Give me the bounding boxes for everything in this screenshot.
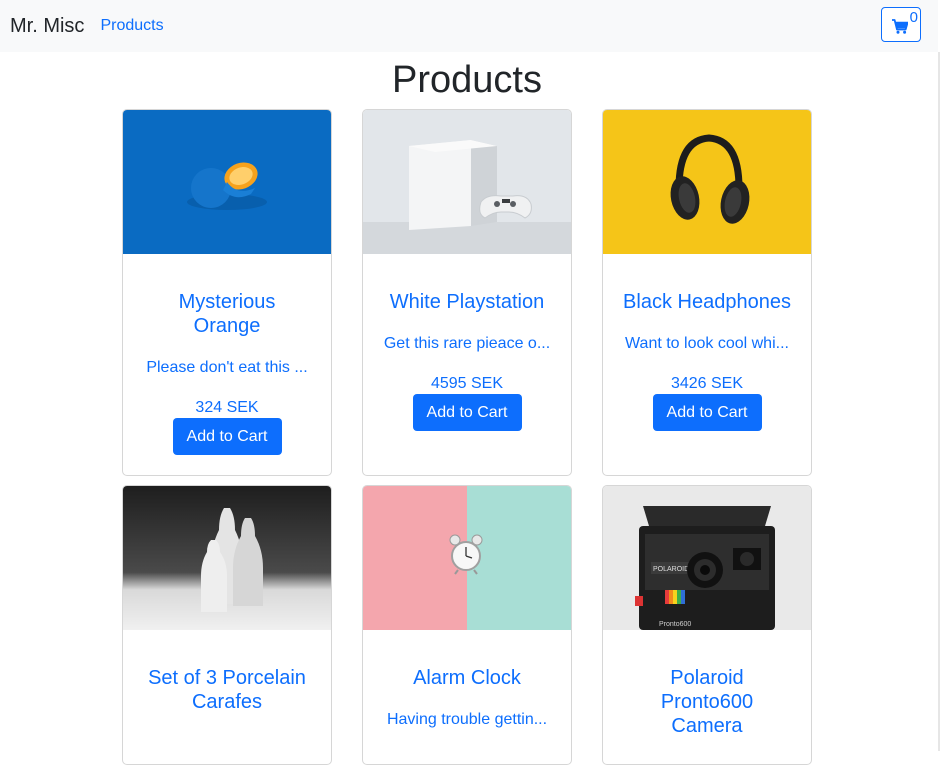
product-card: White Playstation Get this rare pieace o…	[362, 109, 572, 476]
cart-button[interactable]: 0	[881, 7, 921, 42]
shopping-cart-icon	[892, 19, 908, 34]
brand-name[interactable]: Mr. Misc	[10, 15, 84, 38]
product-image-polaroid[interactable]: POLAROID Pronto600	[603, 486, 811, 630]
polaroid-model-text: Pronto600	[659, 621, 691, 628]
product-image-orange[interactable]	[123, 110, 331, 254]
product-card: POLAROID Pronto600 Polaroid Pronto600 Ca…	[602, 485, 812, 765]
navbar: Mr. Misc Products	[0, 0, 938, 52]
product-image-headphones[interactable]	[603, 110, 811, 254]
product-card: Alarm Clock Having trouble gettin...	[362, 485, 572, 765]
product-description: Want to look cool whi...	[625, 335, 789, 352]
product-card: Set of 3 Porcelain Carafes	[122, 485, 332, 765]
product-title[interactable]: Polaroid Pronto600 Camera	[623, 666, 791, 738]
product-image-alarm-clock[interactable]	[363, 486, 571, 630]
nav-link-products[interactable]: Products	[100, 17, 163, 35]
add-to-cart-button[interactable]: Add to Cart	[652, 394, 762, 431]
product-title[interactable]: Set of 3 Porcelain Carafes	[143, 666, 311, 714]
cart-count-badge: 0	[909, 9, 918, 26]
product-image-carafes[interactable]	[123, 486, 331, 630]
product-price: 324 SEK	[195, 399, 259, 416]
product-price: 4595 SEK	[430, 375, 504, 392]
product-title[interactable]: Black Headphones	[623, 290, 791, 314]
product-description: Get this rare pieace o...	[383, 335, 551, 352]
add-to-cart-button[interactable]: Add to Cart	[172, 418, 282, 455]
product-title[interactable]: Mysterious Orange	[143, 290, 311, 338]
product-price: 3426 SEK	[670, 375, 744, 392]
add-to-cart-button[interactable]: Add to Cart	[412, 394, 522, 431]
product-card: Black Headphones Want to look cool whi..…	[602, 109, 812, 476]
product-description: Please don't eat this ...	[146, 359, 308, 376]
product-card: Mysterious Orange Please don't eat this …	[122, 109, 332, 476]
product-description: Having trouble gettin...	[386, 711, 548, 728]
product-image-playstation[interactable]	[363, 110, 571, 254]
product-title[interactable]: White Playstation	[383, 290, 551, 314]
page-title: Products	[392, 59, 542, 101]
product-title[interactable]: Alarm Clock	[383, 666, 551, 690]
polaroid-brand-text: POLAROID	[653, 566, 689, 573]
